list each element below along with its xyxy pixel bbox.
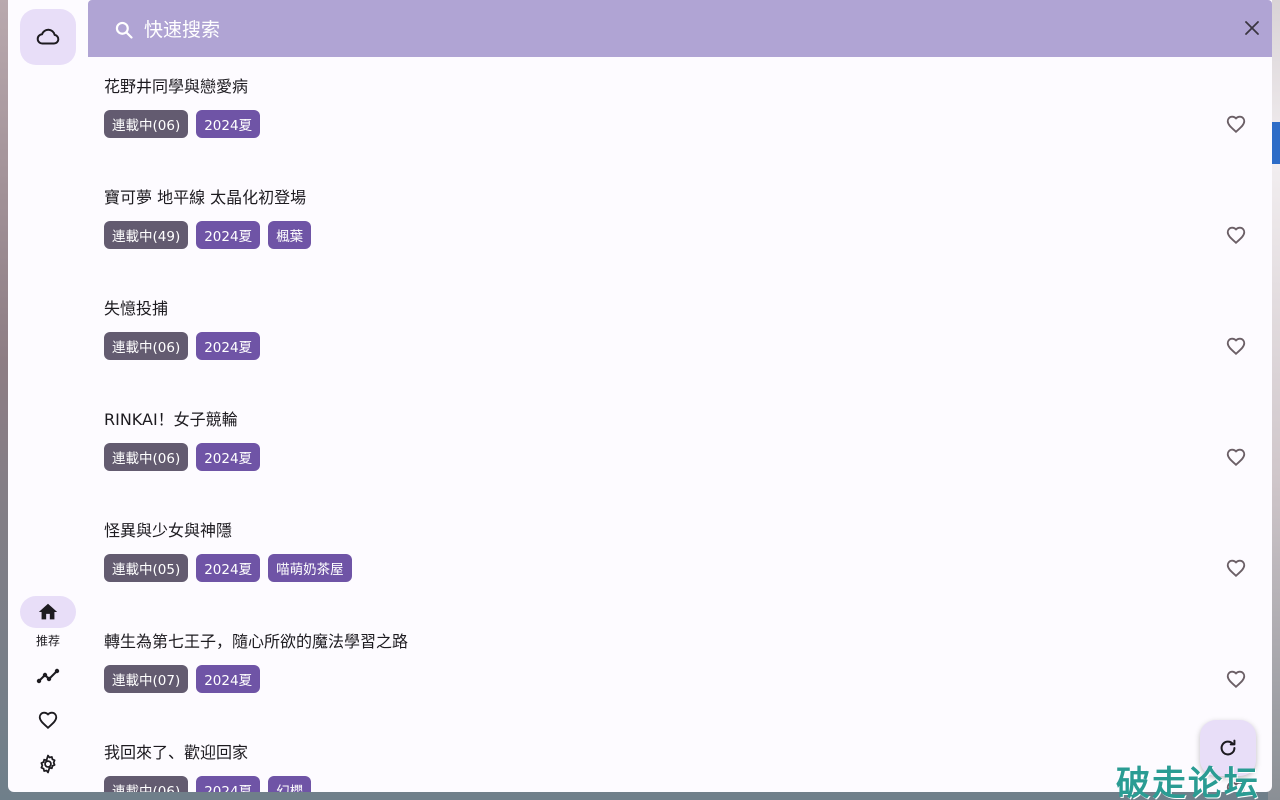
status-tag[interactable]: 連載中(49) — [104, 221, 189, 249]
list-item[interactable]: RINKAI！女子競輪 連載中(06) 2024夏 — [104, 390, 1264, 501]
status-tag[interactable]: 連載中(05) — [104, 554, 189, 582]
favorite-button[interactable] — [1224, 112, 1248, 136]
group-tag[interactable]: 楓葉 — [268, 221, 312, 249]
search-bar — [88, 0, 1272, 57]
favorite-button[interactable] — [1224, 334, 1248, 358]
item-title[interactable]: 花野井同學與戀愛病 — [104, 73, 248, 97]
season-tag[interactable]: 2024夏 — [196, 665, 261, 693]
list-item[interactable]: 寶可夢 地平線 太晶化初登場 連載中(49) 2024夏 楓葉 — [104, 168, 1264, 279]
season-tag[interactable]: 2024夏 — [196, 332, 261, 360]
list-item[interactable]: 轉生為第七王子，隨心所欲的魔法學習之路 連載中(07) 2024夏 — [104, 612, 1264, 723]
nav-pill — [20, 704, 76, 736]
tag-list: 連載中(06) 2024夏 — [104, 110, 261, 138]
tag-list: 連載中(06) 2024夏 幻櫻 — [104, 776, 312, 792]
tag-list: 連載中(49) 2024夏 楓葉 — [104, 221, 312, 249]
close-icon — [1245, 21, 1259, 35]
item-title[interactable]: 我回來了、歡迎回家 — [104, 739, 248, 763]
heart-outline-icon — [1226, 115, 1246, 134]
close-search-button[interactable] — [1240, 16, 1264, 40]
watermark: 破走论坛 — [1116, 764, 1260, 800]
item-title[interactable]: 轉生為第七王子，隨心所欲的魔法學習之路 — [104, 628, 408, 652]
nav-item-settings[interactable] — [20, 748, 76, 780]
heart-outline-icon — [1226, 226, 1246, 245]
search-input[interactable] — [144, 12, 1224, 48]
tag-list: 連載中(07) 2024夏 — [104, 665, 261, 693]
nav-item-recommend[interactable]: 推荐 — [20, 596, 76, 649]
item-title[interactable]: 寶可夢 地平線 太晶化初登場 — [104, 184, 306, 208]
item-title[interactable]: RINKAI！女子競輪 — [104, 406, 238, 430]
list-item[interactable]: 失憶投捕 連載中(06) 2024夏 — [104, 279, 1264, 390]
app-window: 推荐 快速搜索 花野井同學與戀愛病 連載中(06) 2024夏 寶可夢 地平線 … — [8, 0, 1272, 792]
nav-item-trending[interactable] — [20, 660, 76, 692]
season-tag[interactable]: 2024夏 — [196, 776, 261, 792]
search-icon — [115, 21, 133, 39]
season-tag[interactable]: 2024夏 — [196, 443, 261, 471]
list-item[interactable]: 花野井同學與戀愛病 連載中(06) 2024夏 — [104, 57, 1264, 168]
status-tag[interactable]: 連載中(06) — [104, 110, 189, 138]
season-tag[interactable]: 2024夏 — [196, 554, 261, 582]
item-title[interactable]: 失憶投捕 — [104, 295, 168, 319]
nav-label-recommend: 推荐 — [35, 634, 60, 648]
heart-outline-icon — [1226, 670, 1246, 689]
nav-pill-active — [20, 596, 76, 628]
heart-outline-icon — [1226, 337, 1246, 356]
tag-list: 連載中(06) 2024夏 — [104, 443, 261, 471]
status-tag[interactable]: 連載中(06) — [104, 332, 189, 360]
group-tag[interactable]: 幻櫻 — [268, 776, 312, 792]
favorite-button[interactable] — [1224, 556, 1248, 580]
status-tag[interactable]: 連載中(07) — [104, 665, 189, 693]
nav-item-favorites[interactable] — [20, 704, 76, 736]
favorite-button[interactable] — [1224, 223, 1248, 247]
group-tag[interactable]: 喵萌奶茶屋 — [268, 554, 352, 582]
gear-icon — [40, 754, 56, 774]
heart-icon — [38, 711, 58, 730]
heart-outline-icon — [1226, 559, 1246, 578]
favorite-button[interactable] — [1224, 667, 1248, 691]
tag-list: 連載中(06) 2024夏 — [104, 332, 261, 360]
favorite-button[interactable] — [1224, 445, 1248, 469]
nav-pill — [20, 748, 76, 780]
trending-icon — [36, 668, 60, 684]
cloud-icon — [36, 28, 60, 45]
cloud-button[interactable] — [20, 9, 76, 65]
status-tag[interactable]: 連載中(06) — [104, 776, 189, 792]
anime-list: 花野井同學與戀愛病 連載中(06) 2024夏 寶可夢 地平線 太晶化初登場 連… — [104, 57, 1264, 792]
nav-pill — [20, 660, 76, 692]
season-tag[interactable]: 2024夏 — [196, 221, 261, 249]
tag-list: 連載中(05) 2024夏 喵萌奶茶屋 — [104, 554, 352, 582]
home-icon — [38, 603, 58, 620]
navigation-rail: 推荐 — [8, 0, 88, 792]
season-tag[interactable]: 2024夏 — [196, 110, 261, 138]
list-item[interactable]: 怪異與少女與神隱 連載中(05) 2024夏 喵萌奶茶屋 — [104, 501, 1264, 612]
heart-outline-icon — [1226, 448, 1246, 467]
list-item[interactable]: 我回來了、歡迎回家 連載中(06) 2024夏 幻櫻 — [104, 723, 1264, 792]
status-tag[interactable]: 連載中(06) — [104, 443, 189, 471]
item-title[interactable]: 怪異與少女與神隱 — [104, 517, 232, 541]
